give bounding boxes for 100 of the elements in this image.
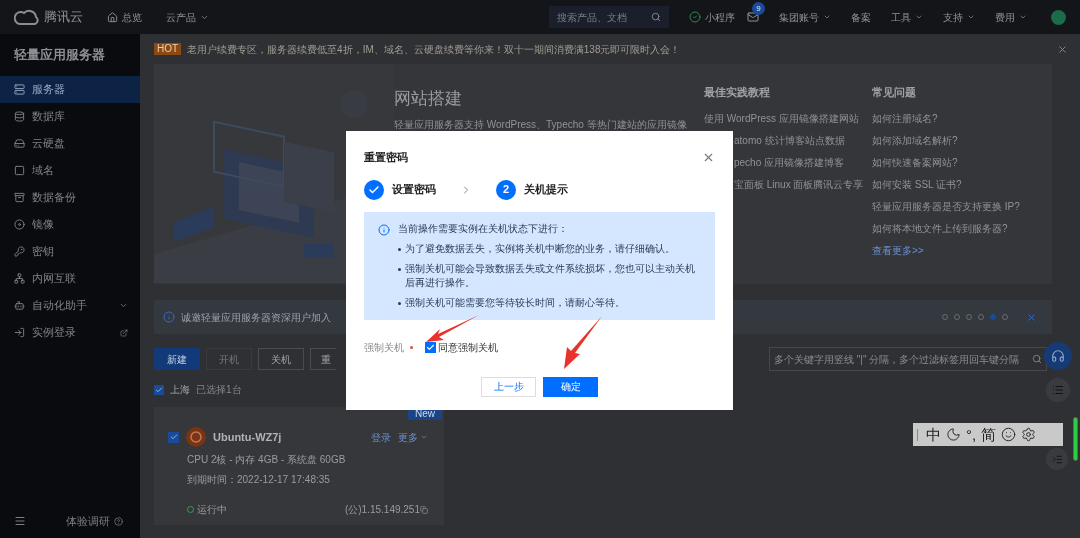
alert-heading: 当前操作需要实例在关机状态下进行： bbox=[398, 221, 569, 236]
sidebar-item[interactable]: 域名 bbox=[0, 157, 140, 184]
nav-link[interactable]: 支持 bbox=[943, 9, 975, 25]
alert-item: 强制关机可能会导致数据丢失或文件系统损坏，您也可以主动关机后再进行操作。 bbox=[405, 261, 696, 290]
instance-search-field[interactable]: 多个关键字用竖线 "|" 分隔，多个过滤标签用回车键分隔 bbox=[769, 347, 1047, 371]
nav-link[interactable]: 总览 bbox=[107, 9, 142, 25]
survey-link[interactable]: 体验调研 bbox=[66, 512, 123, 530]
caret-icon bbox=[967, 13, 975, 21]
copy-icon[interactable] bbox=[420, 505, 428, 514]
faq-link[interactable]: 如何安装 SSL 证书? bbox=[872, 176, 1020, 192]
search-input[interactable]: 搜索产品、文档 bbox=[557, 9, 647, 25]
sidebar-item[interactable]: 密钥 bbox=[0, 238, 140, 265]
notice-text: 诚邀轻量应用服务器资深用户加入 bbox=[181, 310, 331, 325]
sidebar-item[interactable]: 数据库 bbox=[0, 103, 140, 130]
nav-link[interactable]: 工具 bbox=[891, 9, 923, 25]
bullet-icon bbox=[398, 247, 401, 251]
moon-icon[interactable] bbox=[946, 427, 961, 442]
faq-link[interactable]: 如何快速备案网站? bbox=[872, 154, 1020, 170]
faq-link[interactable]: 如何将本地文件上传到服务器? bbox=[872, 220, 1020, 236]
region-checkbox[interactable] bbox=[154, 384, 164, 395]
toolbar-button[interactable]: 新建 bbox=[154, 348, 200, 370]
nav-link[interactable]: 费用 bbox=[995, 9, 1027, 25]
sidebar-item[interactable]: 自动化助手 bbox=[0, 292, 140, 319]
hot-badge: HOT bbox=[154, 43, 182, 55]
nav-link[interactable]: 云产品 bbox=[166, 9, 209, 25]
dialog-title: 重置密码 bbox=[364, 150, 408, 165]
dialog-button[interactable]: 上一步 bbox=[481, 376, 536, 397]
alert-item: 强制关机可能需要您等待较长时间，请耐心等待。 bbox=[405, 295, 625, 310]
close-icon[interactable] bbox=[1057, 43, 1068, 55]
nav-link[interactable]: 集团账号 bbox=[779, 9, 831, 25]
instance-specs: CPU 2核 - 内存 4GB - 系统盘 60GB bbox=[187, 453, 347, 467]
alert-item: 为了避免数据丢失，实例将关机中断您的业务，请仔细确认。 bbox=[405, 241, 675, 256]
faq-link[interactable]: 如何注册域名? bbox=[872, 110, 1020, 126]
mail-icon[interactable] bbox=[747, 11, 759, 23]
nav-link[interactable]: 备案 bbox=[851, 9, 871, 25]
guide-title: 网站搭建 bbox=[394, 88, 463, 110]
support-button[interactable] bbox=[1044, 342, 1072, 370]
sidebar-item[interactable]: 云硬盘 bbox=[0, 130, 140, 157]
ime-toggle[interactable]: °, bbox=[966, 427, 977, 442]
promo-text: 老用户续费专区，服务器续费低至4折，IM、域名、云硬盘续费等你来！双十一期间消费满138元即可限时入会！ bbox=[187, 42, 682, 57]
instance-expiry: 到期时间：2022-12-17 17:48:35 bbox=[187, 473, 331, 487]
sidebar-item[interactable]: 内网互联 bbox=[0, 265, 140, 292]
instance-checkbox[interactable] bbox=[168, 431, 179, 443]
ip-address: (公)1.15.149.251 bbox=[344, 503, 420, 517]
faq-link[interactable]: 如何添加域名解析? bbox=[872, 132, 1020, 148]
search-field[interactable]: 搜索产品、文档 bbox=[549, 6, 669, 28]
agree-checkbox[interactable] bbox=[425, 341, 436, 353]
scrollbar-thumb bbox=[1073, 417, 1078, 461]
login-link[interactable]: 登录 bbox=[371, 429, 391, 445]
search-icon bbox=[651, 12, 661, 22]
brand-name: 腾讯云 bbox=[44, 8, 83, 27]
step-label: 设置密码 bbox=[392, 182, 436, 198]
tutorial-link[interactable]: 使用 WordPress 应用镜像搭建网站 bbox=[704, 110, 872, 126]
check-icon bbox=[169, 433, 178, 441]
info-icon bbox=[378, 223, 390, 236]
toolbar-button[interactable]: 重 bbox=[310, 348, 336, 370]
settings-icon[interactable] bbox=[1021, 427, 1037, 442]
ime-toggle[interactable]: 简 bbox=[981, 427, 997, 442]
help-icon bbox=[114, 516, 123, 526]
os-logo-icon bbox=[186, 427, 206, 447]
agree-label: 同意强制关机 bbox=[438, 340, 498, 355]
bullet-icon bbox=[398, 301, 401, 305]
caret-icon bbox=[1019, 13, 1027, 21]
caret-icon bbox=[420, 433, 428, 441]
sidebar-title: 轻量应用服务器 bbox=[13, 46, 106, 65]
home-icon bbox=[107, 11, 118, 23]
instance-name: Ubuntu-WZ7j bbox=[213, 429, 282, 445]
search-input[interactable]: 多个关键字用竖线 "|" 分隔，多个过滤标签用回车键分隔 bbox=[774, 351, 1032, 367]
step-label: 关机提示 bbox=[524, 182, 568, 198]
headset-icon bbox=[1051, 349, 1065, 363]
region-label: 上海 bbox=[170, 383, 190, 397]
info-icon bbox=[163, 311, 175, 323]
check-icon bbox=[155, 385, 163, 394]
caret-icon bbox=[915, 13, 923, 21]
faq-link[interactable]: 轻量应用服务器是否支持更换 IP? bbox=[872, 198, 1020, 214]
more-menu-link[interactable]: 更多 bbox=[398, 429, 428, 445]
emoji-icon[interactable] bbox=[1001, 427, 1017, 442]
toolbar-button[interactable]: 关机 bbox=[258, 348, 304, 370]
more-link[interactable]: 查看更多>> bbox=[872, 242, 1020, 258]
search-icon bbox=[1032, 354, 1042, 364]
miniapp-icon bbox=[689, 11, 701, 23]
miniapp-link[interactable]: 小程序 bbox=[689, 9, 735, 25]
cloud-logo-icon bbox=[14, 9, 40, 25]
sidebar-item[interactable]: 服务器 bbox=[0, 76, 140, 103]
bullet-icon bbox=[398, 267, 401, 271]
faq-heading: 常见问题 bbox=[872, 85, 917, 100]
caret-icon bbox=[119, 301, 128, 310]
ime-toggle[interactable]: 中 bbox=[926, 427, 941, 442]
sidebar-item[interactable]: 数据备份 bbox=[0, 184, 140, 211]
close-icon[interactable] bbox=[1026, 311, 1037, 323]
unread-badge: 9 bbox=[752, 2, 765, 15]
sidebar-item[interactable]: 镜像 bbox=[0, 211, 140, 238]
avatar[interactable] bbox=[1051, 9, 1066, 25]
guide-description: 轻量应用服务器支持 WordPress、Typecho 等热门建站的应用镜像 bbox=[394, 117, 688, 132]
sidebar-item[interactable]: 实例登录 bbox=[0, 319, 140, 346]
outline-icon bbox=[1051, 453, 1063, 465]
dialog-button[interactable]: 确定 bbox=[543, 376, 598, 397]
external-link-icon bbox=[120, 328, 128, 337]
step-indicator: 2 bbox=[496, 179, 516, 200]
selected-count: 已选择1台 bbox=[196, 383, 242, 397]
